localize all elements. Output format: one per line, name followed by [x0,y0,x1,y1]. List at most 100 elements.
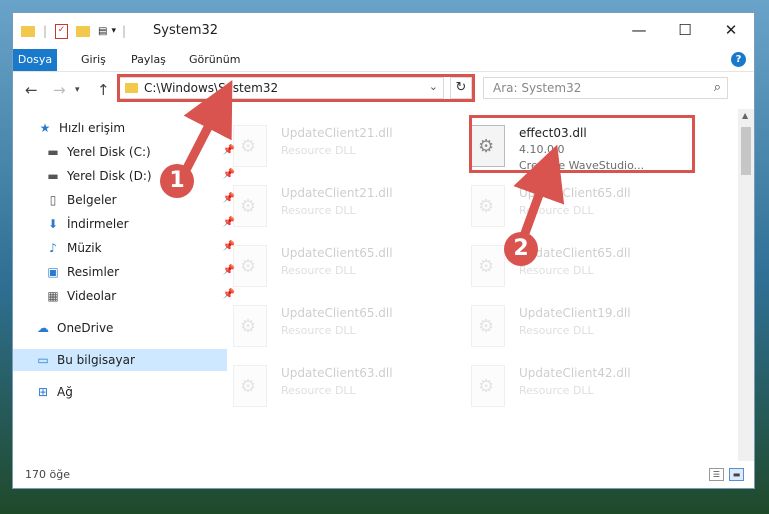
close-button[interactable]: ✕ [708,13,754,47]
sidebar-item-label: Yerel Disk (D:) [67,169,152,183]
sidebar-item-label: Belgeler [67,193,117,207]
music-icon: ♪ [49,241,57,255]
sidebar-item-downloads[interactable]: ⬇ İndirmeler 📌 [13,213,237,235]
file-name: UpdateClient42.dll [519,366,631,380]
ribbon-tabs: Dosya Giriş Paylaş Görünüm ? [13,49,754,72]
new-folder-icon[interactable] [76,25,91,37]
tab-home[interactable]: Giriş [71,49,116,71]
minimize-button[interactable]: — [616,13,662,47]
sidebar-item-music[interactable]: ♪ Müzik 📌 [13,237,237,259]
maximize-button[interactable]: ☐ [662,13,708,47]
cloud-icon: ☁ [37,321,49,335]
details-view-icon[interactable]: ☰ [709,468,724,481]
navigation-pane: ★ Hızlı erişim ▬ Yerel Disk (C:) 📌 ▬ Yer… [13,109,235,461]
file-tile[interactable]: UpdateClient65.dll Resource DLL [213,297,443,353]
dll-file-icon [233,305,267,347]
sidebar-item-label: Yerel Disk (C:) [67,145,151,159]
help-icon[interactable]: ? [731,52,746,67]
tiles-view-icon[interactable]: ▬ [729,468,744,481]
sidebar-item-this-pc[interactable]: ▭ Bu bilgisayar [13,349,227,371]
vertical-scrollbar[interactable]: ▲ [738,109,754,461]
sidebar-item-label: Müzik [67,241,102,255]
picture-icon: ▣ [47,265,59,279]
tab-file[interactable]: Dosya [13,49,57,71]
item-count: 170 öğe [25,468,70,481]
file-name: UpdateClient65.dll [281,306,393,320]
sidebar-item-disk-d[interactable]: ▬ Yerel Disk (D:) 📌 [13,165,237,187]
tab-share[interactable]: Paylaş [121,49,176,71]
file-tile[interactable]: UpdateClient21.dll Resource DLL [213,117,443,173]
navigation-bar: ← → ▾ ↑ C:\Windows\System32 ⌄ ↻ Ara: Sys… [13,73,754,107]
title-bar: | ✓ ▤ ▾ | System32 — ☐ ✕ [13,13,754,49]
file-tile[interactable]: UpdateClient65.dll Resource DLL [451,237,681,293]
file-description: Resource DLL [281,144,356,157]
quick-access-toolbar: | ✓ ▤ ▾ | [21,21,126,41]
sidebar-item-quick-access[interactable]: ★ Hızlı erişim [13,117,229,139]
file-tile[interactable]: UpdateClient63.dll Resource DLL [213,357,443,413]
file-description: Resource DLL [281,384,356,397]
sidebar-item-documents[interactable]: ▯ Belgeler 📌 [13,189,237,211]
file-description: Resource DLL [519,204,594,217]
star-icon: ★ [39,121,51,135]
file-name: UpdateClient21.dll [281,186,393,200]
dll-file-icon [233,125,267,167]
file-name: UpdateClient63.dll [281,366,393,380]
file-tile[interactable]: UpdateClient65.dll Resource DLL [213,237,443,293]
file-description: Resource DLL [519,324,594,337]
sidebar-item-label: Videolar [67,289,117,303]
sidebar-item-label: OneDrive [57,321,114,335]
dll-file-icon [471,365,505,407]
computer-icon: ▭ [37,353,49,367]
sidebar-item-label: İndirmeler [67,217,129,231]
sidebar-item-pictures[interactable]: ▣ Resimler 📌 [13,261,237,283]
scroll-up-icon[interactable]: ▲ [742,111,748,120]
network-icon: ⊞ [37,385,49,399]
file-description: Resource DLL [281,264,356,277]
scrollbar-thumb[interactable] [741,127,751,175]
dll-file-icon [471,245,505,287]
callout-1: 1 [160,164,194,198]
chevron-down-icon[interactable]: ▾ [112,26,117,36]
sidebar-item-label: Ağ [57,385,73,399]
address-highlight [117,74,475,102]
callout-2: 2 [504,232,538,266]
folder-icon[interactable] [21,25,35,37]
back-arrow-icon[interactable]: ← [25,81,38,99]
explorer-window: | ✓ ▤ ▾ | System32 — ☐ ✕ Dosya Giriş Pay… [12,12,755,489]
file-name: UpdateClient21.dll [281,126,393,140]
customize-icon[interactable]: ▤ [98,26,107,37]
file-list: UpdateClient21.dll Resource DLL effect03… [213,109,728,461]
up-arrow-icon[interactable]: ↑ [97,81,110,99]
properties-icon[interactable]: ✓ [55,23,69,39]
search-input[interactable]: Ara: System32 [493,81,581,95]
file-tile[interactable]: UpdateClient21.dll Resource DLL [213,177,443,233]
search-box[interactable]: Ara: System32 ⌕ [483,77,728,99]
sidebar-item-onedrive[interactable]: ☁ OneDrive [13,317,227,339]
download-icon: ⬇ [47,217,59,231]
sidebar-item-videos[interactable]: ▦ Videolar 📌 [13,285,237,307]
sidebar-item-network[interactable]: ⊞ Ağ [13,381,227,403]
file-highlight [469,115,695,173]
dll-file-icon [233,185,267,227]
dll-file-icon [233,245,267,287]
tab-view[interactable]: Görünüm [179,49,250,71]
recent-chevron-icon[interactable]: ▾ [75,85,80,95]
document-icon: ▯ [49,193,57,207]
dll-file-icon [471,305,505,347]
forward-arrow-icon[interactable]: → [53,81,66,99]
dll-file-icon [471,185,505,227]
file-name: UpdateClient19.dll [519,306,631,320]
window-title: System32 [153,23,219,38]
file-tile[interactable]: UpdateClient42.dll Resource DLL [451,357,681,413]
file-description: Resource DLL [519,384,594,397]
sidebar-item-label: Bu bilgisayar [57,353,135,367]
drive-icon: ▬ [47,145,59,159]
file-tile[interactable]: UpdateClient19.dll Resource DLL [451,297,681,353]
file-name: UpdateClient65.dll [281,246,393,260]
file-tile[interactable]: UpdateClient65.dll Resource DLL [451,177,681,233]
video-icon: ▦ [47,289,59,303]
file-description: Resource DLL [519,264,594,277]
sidebar-item-disk-c[interactable]: ▬ Yerel Disk (C:) 📌 [13,141,237,163]
search-icon[interactable]: ⌕ [714,80,721,95]
sidebar-item-label: Hızlı erişim [59,121,126,135]
